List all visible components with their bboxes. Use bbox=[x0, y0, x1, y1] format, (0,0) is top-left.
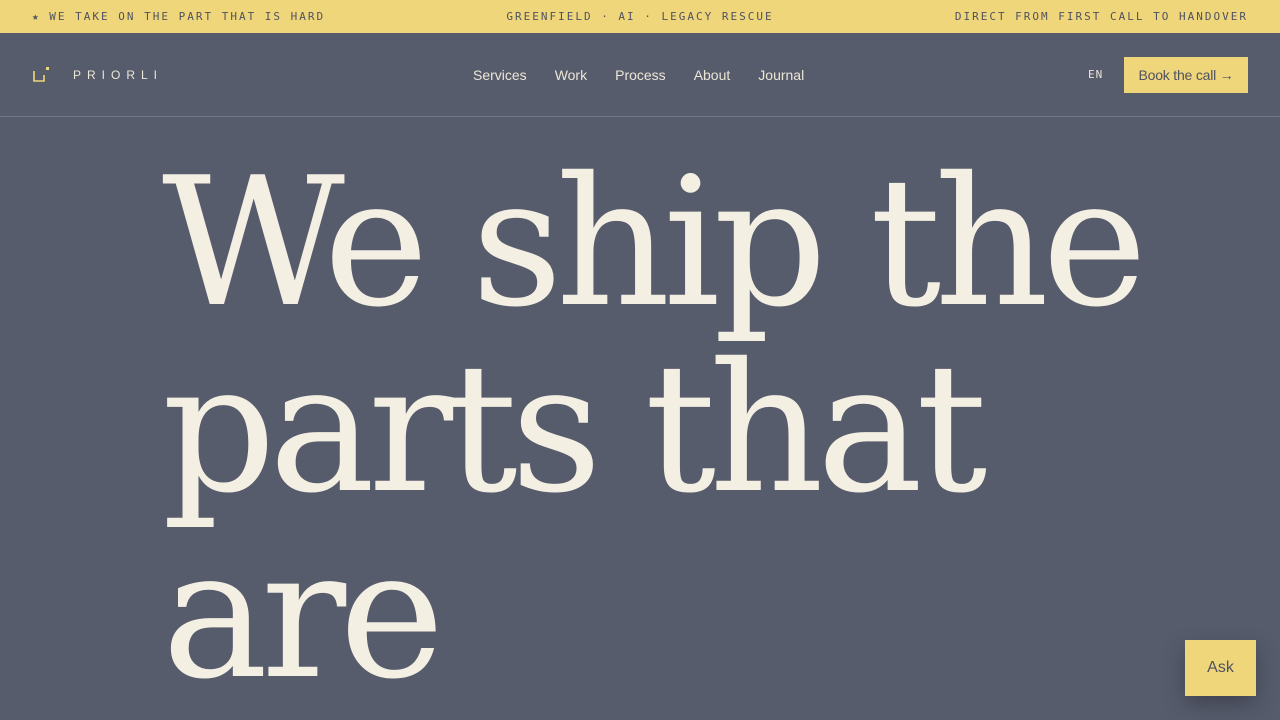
nav-item-about[interactable]: About bbox=[694, 67, 731, 83]
language-switcher[interactable]: EN bbox=[1088, 68, 1103, 81]
nav-item-process[interactable]: Process bbox=[615, 67, 666, 83]
brand-name: PRIORLI bbox=[73, 68, 164, 82]
nav-item-work[interactable]: Work bbox=[555, 67, 587, 83]
brand-logo[interactable]: PRIORLI bbox=[32, 66, 163, 84]
hero-headline: We ship the parts that are bbox=[162, 139, 1147, 718]
book-call-button[interactable]: Book the call → bbox=[1124, 57, 1248, 93]
announcement-bar: ★ WE TAKE ON THE PART THAT IS HARD GREEN… bbox=[0, 0, 1280, 33]
announcement-left: ★ WE TAKE ON THE PART THAT IS HARD bbox=[32, 10, 326, 23]
site-header: PRIORLI Services Work Process About Jour… bbox=[0, 33, 1280, 117]
nav-item-services[interactable]: Services bbox=[473, 67, 527, 83]
nav-item-journal[interactable]: Journal bbox=[758, 67, 804, 83]
main-nav: Services Work Process About Journal bbox=[473, 67, 804, 83]
announcement-right: DIRECT FROM FIRST CALL TO HANDOVER bbox=[954, 10, 1248, 23]
announcement-center: GREENFIELD · AI · LEGACY RESCUE bbox=[506, 10, 774, 23]
logo-bracket-icon bbox=[32, 66, 52, 84]
ask-chat-button[interactable]: Ask bbox=[1185, 640, 1256, 696]
